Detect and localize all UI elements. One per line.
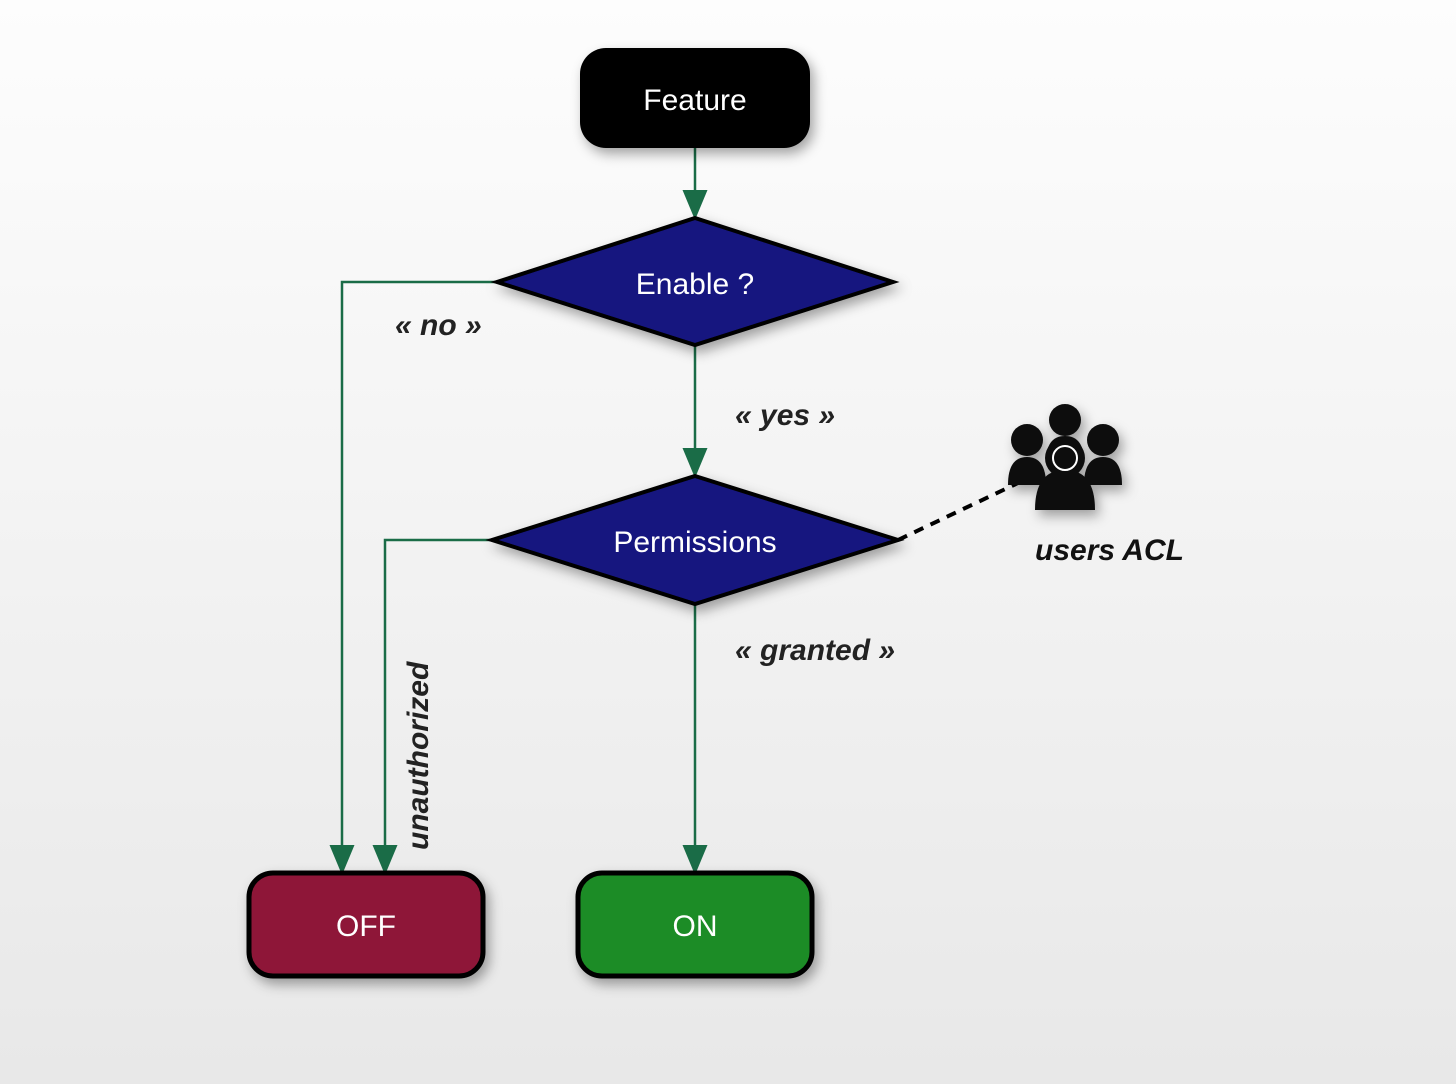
edge-label-yes: « yes » [735,399,835,432]
node-off-label: OFF [336,910,396,943]
node-enable: Enable ? [497,218,893,345]
node-on-label: ON [673,910,718,943]
node-feature-label: Feature [643,84,746,117]
node-on: ON [578,873,812,976]
users-group-icon [1008,404,1122,510]
node-permissions-label: Permissions [613,526,776,559]
edge-label-unauthorized: unauthorized [402,661,435,850]
users-acl-label: users ACL [1035,534,1184,567]
edge-permissions-users [898,483,1018,540]
node-permissions: Permissions [492,476,898,604]
node-enable-label: Enable ? [636,268,754,301]
edge-label-no: « no » [395,309,482,342]
edge-label-granted: « granted » [735,634,895,667]
node-off: OFF [249,873,483,976]
node-feature: Feature [580,48,810,148]
flowchart-canvas: Feature Enable ? Permissions OFF ON « no… [0,0,1456,1084]
